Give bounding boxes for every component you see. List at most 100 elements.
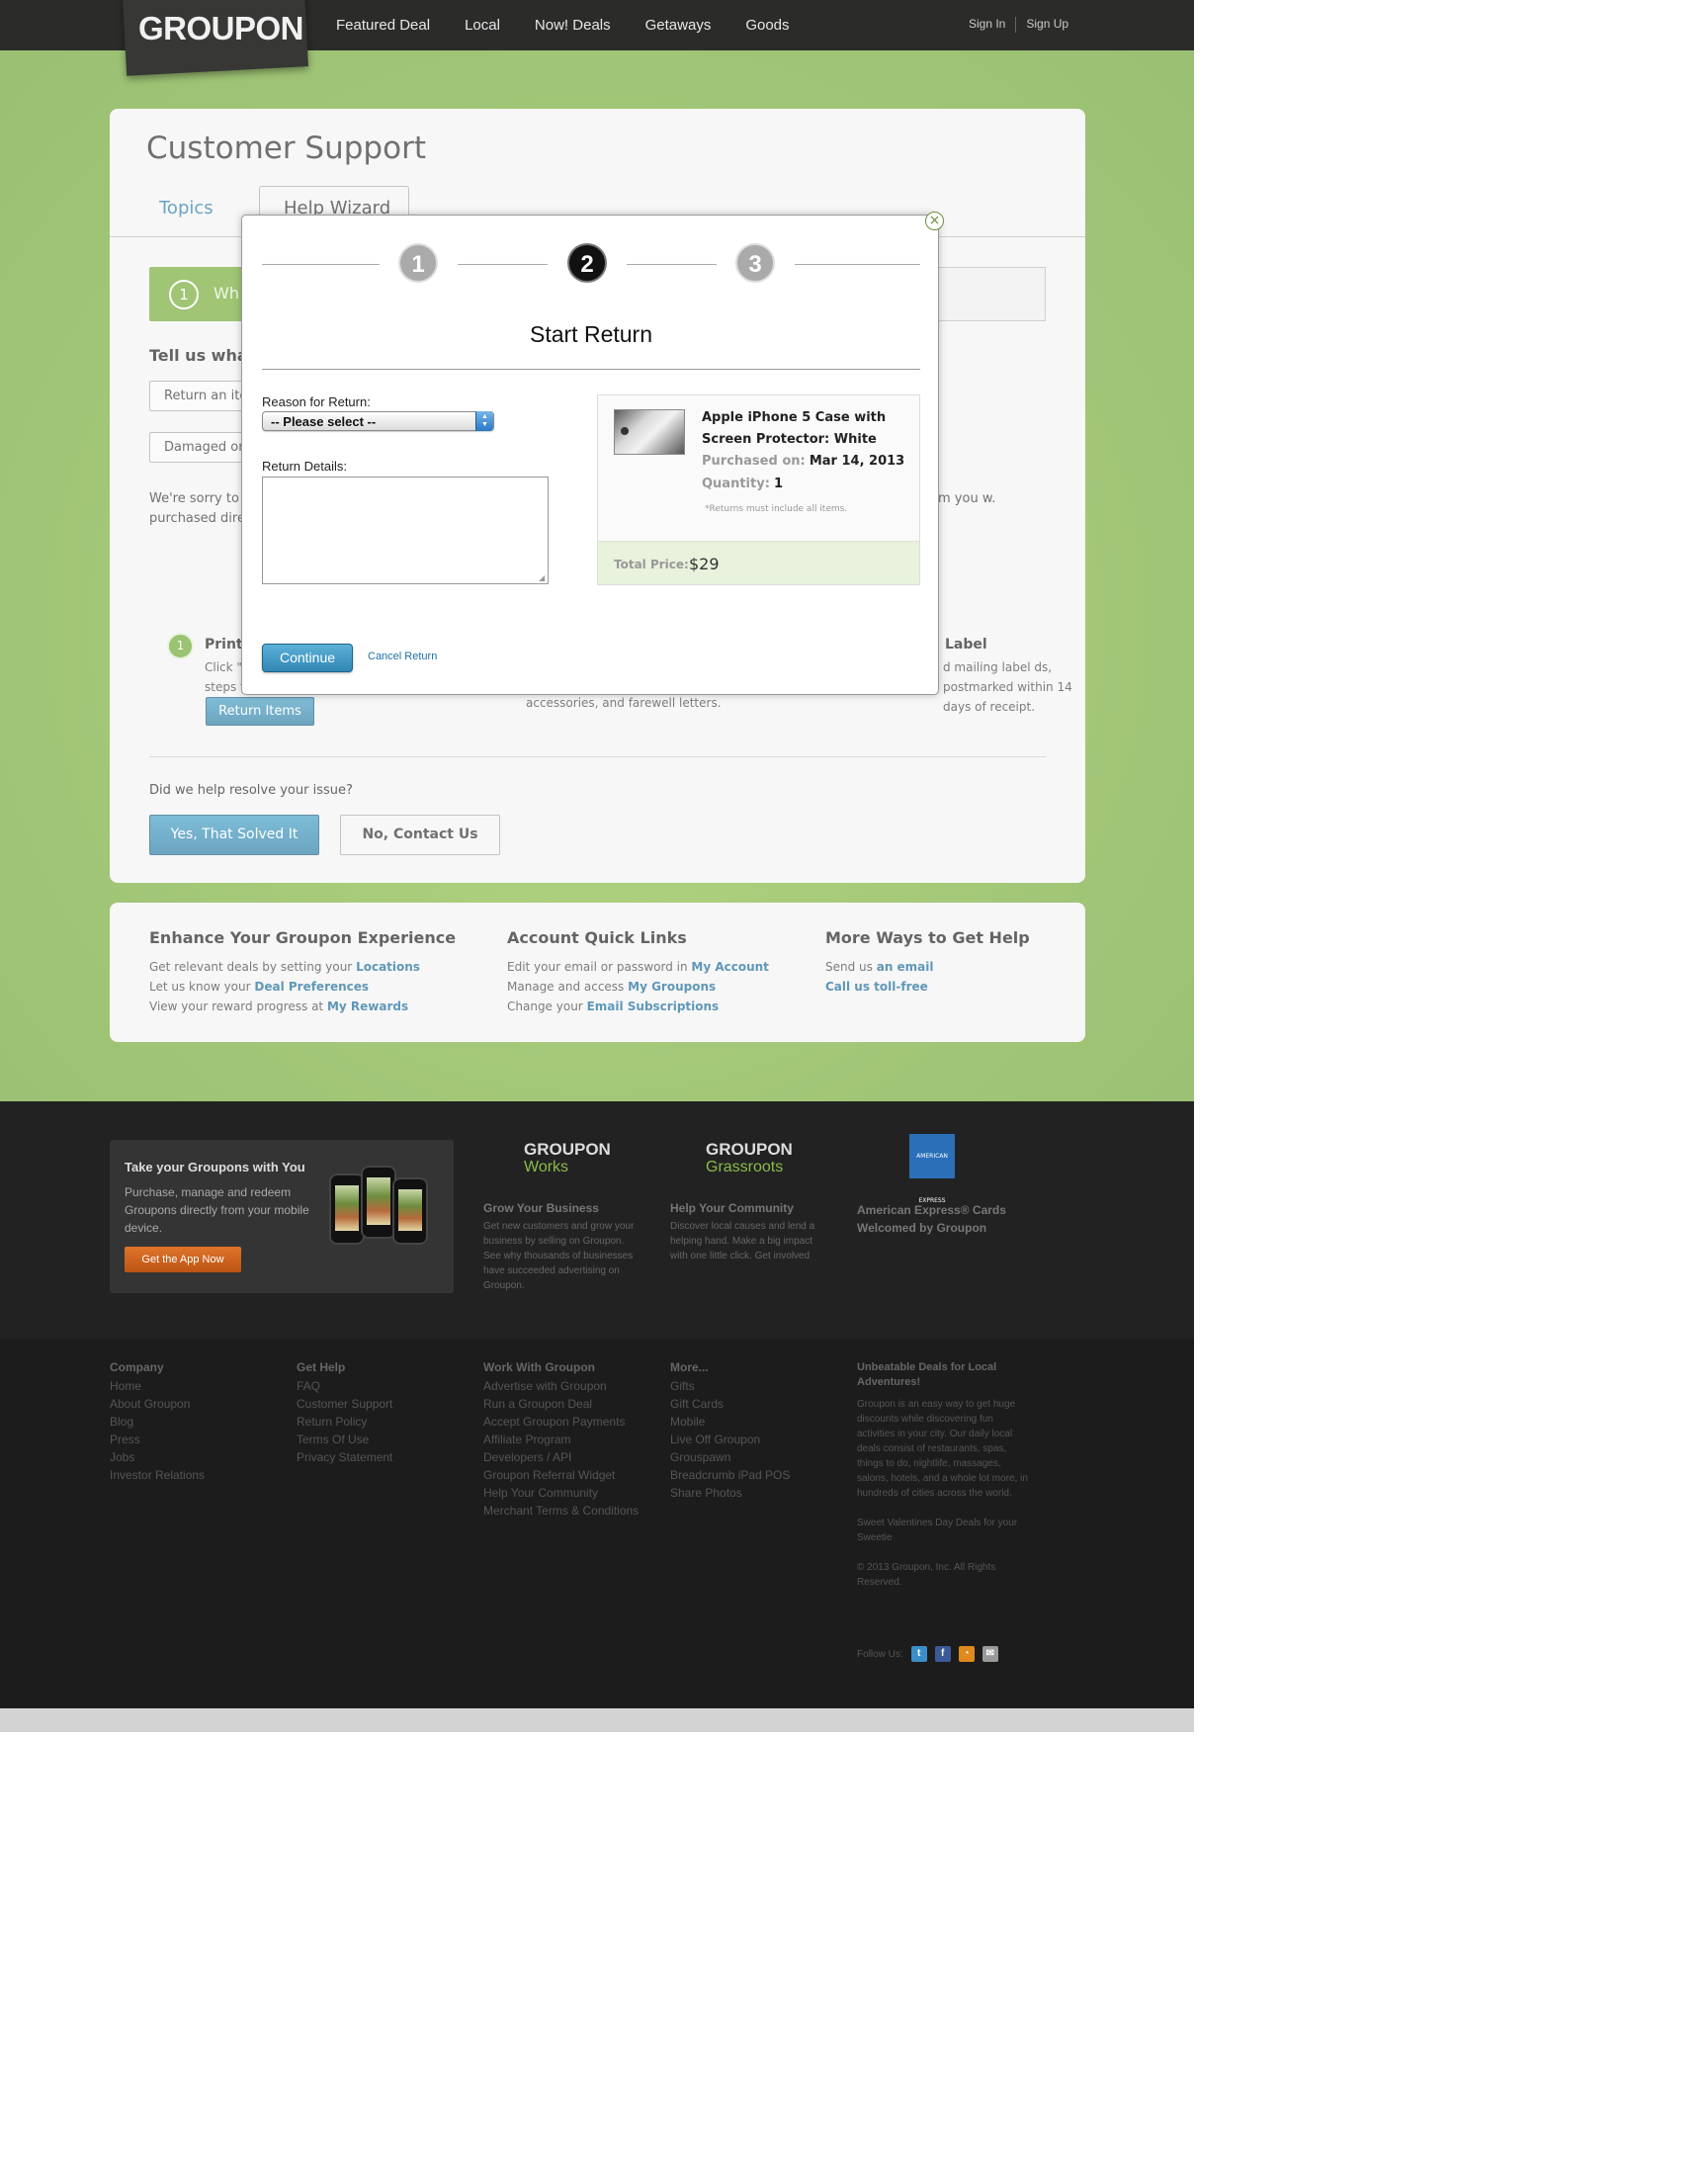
grow-business-text: Get new customers and grow your business… bbox=[483, 1221, 635, 1291]
groupon-logo[interactable]: GROUPON bbox=[138, 10, 304, 47]
product-summary-card: Apple iPhone 5 Case with Screen Protecto… bbox=[597, 394, 920, 585]
facebook-icon[interactable]: f bbox=[934, 1646, 951, 1662]
reason-label: Reason for Return: bbox=[262, 394, 371, 409]
footer-company-column: Company Home About Groupon Blog Press Jo… bbox=[110, 1360, 205, 1484]
step-connector bbox=[795, 264, 920, 265]
footer-link[interactable]: FAQ bbox=[297, 1377, 392, 1395]
cancel-return-link[interactable]: Cancel Return bbox=[368, 651, 437, 662]
footer-link[interactable]: Privacy Statement bbox=[297, 1448, 392, 1466]
footer-link[interactable]: Grouspawn bbox=[670, 1448, 790, 1466]
camera-icon bbox=[621, 427, 629, 435]
purchase-date-value: Mar 14, 2013 bbox=[809, 454, 905, 469]
amex-column: American Express® Cards Welcomed by Grou… bbox=[857, 1201, 1015, 1241]
grow-business-column: Grow Your Business Get new customers and… bbox=[483, 1201, 637, 1293]
footer-link[interactable]: Groupon Referral Widget bbox=[483, 1466, 639, 1484]
start-return-modal: × 1 2 3 Start Return Reason for Return: … bbox=[241, 212, 944, 695]
footer-link[interactable]: Terms Of Use bbox=[297, 1431, 392, 1448]
details-label: Return Details: bbox=[262, 459, 347, 474]
footer-about-heading: Unbeatable Deals for Local Adventures! bbox=[857, 1361, 997, 1388]
app-promo-title: Take your Groupons with You bbox=[125, 1160, 305, 1174]
app-promo-text: Purchase, manage and redeem Groupons dir… bbox=[125, 1185, 309, 1235]
reason-select[interactable]: -- Please select -- ▲ ▼ bbox=[262, 411, 494, 431]
works-brand: GROUPON bbox=[524, 1140, 611, 1159]
footer-work-column: Work With Groupon Advertise with Groupon… bbox=[483, 1360, 639, 1520]
modal-title: Start Return bbox=[530, 321, 652, 347]
footer-link[interactable]: Affiliate Program bbox=[483, 1431, 639, 1448]
nav-featured-deal[interactable]: Featured Deal bbox=[336, 17, 430, 34]
nav-now-deals[interactable]: Now! Deals bbox=[535, 17, 611, 34]
follow-us: Follow Us: t f ◔ ✉ bbox=[857, 1646, 998, 1662]
works-sub: Works bbox=[524, 1159, 569, 1175]
amex-title[interactable]: American Express® Cards Welcomed by Grou… bbox=[857, 1201, 1015, 1237]
footer-link[interactable]: Investor Relations bbox=[110, 1466, 205, 1484]
footer-link[interactable]: Advertise with Groupon bbox=[483, 1377, 639, 1395]
total-price-label: Total Price: bbox=[614, 558, 689, 571]
page: GROUPON Featured Deal Local Now! Deals G… bbox=[0, 0, 1194, 1732]
auth-links: Sign In Sign Up bbox=[969, 17, 1068, 33]
site-footer: Company Home About Groupon Blog Press Jo… bbox=[0, 1339, 1194, 1708]
nav-getaways[interactable]: Getaways bbox=[645, 17, 712, 34]
rss-icon[interactable]: ◔ bbox=[958, 1646, 975, 1662]
get-app-button[interactable]: Get the App Now bbox=[125, 1247, 241, 1272]
mobile-app-promo: Take your Groupons with You Purchase, ma… bbox=[110, 1140, 454, 1293]
footer-link[interactable]: Blog bbox=[110, 1413, 205, 1431]
footer-company-heading: Company bbox=[110, 1360, 164, 1374]
groupon-works-logo[interactable]: GROUPON Works bbox=[524, 1141, 611, 1176]
footer-link[interactable]: Merchant Terms & Conditions bbox=[483, 1502, 639, 1520]
step-3-indicator: 3 bbox=[735, 243, 775, 283]
footer-link[interactable]: Live Off Groupon bbox=[670, 1431, 790, 1448]
close-icon[interactable]: × bbox=[925, 212, 944, 230]
nav-local[interactable]: Local bbox=[465, 17, 500, 34]
grassroots-brand: GROUPON bbox=[706, 1140, 793, 1159]
return-details-textarea[interactable] bbox=[262, 477, 549, 584]
nav-goods[interactable]: Goods bbox=[745, 17, 789, 34]
help-community-title[interactable]: Help Your Community bbox=[670, 1201, 823, 1215]
resize-grip-icon[interactable]: ◢ bbox=[539, 574, 547, 582]
footer-link[interactable]: Return Policy bbox=[297, 1413, 392, 1431]
help-community-column: Help Your Community Discover local cause… bbox=[670, 1201, 823, 1263]
footer-link[interactable]: Breadcrumb iPad POS bbox=[670, 1466, 790, 1484]
footer-work-heading: Work With Groupon bbox=[483, 1360, 595, 1374]
footer-link[interactable]: Press bbox=[110, 1431, 205, 1448]
sign-in-link[interactable]: Sign In bbox=[969, 17, 1005, 33]
auth-separator bbox=[1015, 17, 1017, 33]
footer-link[interactable]: Help Your Community bbox=[483, 1484, 639, 1502]
quantity-value: 1 bbox=[774, 477, 784, 491]
sign-up-link[interactable]: Sign Up bbox=[1026, 17, 1068, 33]
step-connector bbox=[458, 264, 548, 265]
amex-logo[interactable]: AMERICAN EXPRESS bbox=[909, 1134, 955, 1204]
footer-link[interactable]: Accept Groupon Payments bbox=[483, 1413, 639, 1431]
step-connector bbox=[627, 264, 717, 265]
footer-more-column: More... Gifts Gift Cards Mobile Live Off… bbox=[670, 1360, 790, 1502]
footer-link[interactable]: Customer Support bbox=[297, 1395, 392, 1413]
phone-image bbox=[361, 1166, 396, 1239]
footer-link[interactable]: Gift Cards bbox=[670, 1395, 790, 1413]
footer-link[interactable]: Share Photos bbox=[670, 1484, 790, 1502]
footer-link[interactable]: Gifts bbox=[670, 1377, 790, 1395]
footer-more-heading: More... bbox=[670, 1360, 709, 1374]
footer-help-column: Get Help FAQ Customer Support Return Pol… bbox=[297, 1360, 392, 1466]
total-price-bar: Total Price: $29 bbox=[598, 541, 919, 584]
grow-business-title[interactable]: Grow Your Business bbox=[483, 1201, 637, 1215]
phone-image bbox=[329, 1174, 365, 1245]
valentines-link[interactable]: Sweet Valentines Day Deals for your Swee… bbox=[857, 1516, 1030, 1545]
groupon-grassroots-logo[interactable]: GROUPON Grassroots bbox=[706, 1141, 793, 1176]
help-community-text: Discover local causes and lend a helping… bbox=[670, 1221, 815, 1261]
footer-link[interactable]: About Groupon bbox=[110, 1395, 205, 1413]
step-2-indicator: 2 bbox=[567, 243, 607, 283]
product-name: Apple iPhone 5 Case with Screen Protecto… bbox=[702, 410, 887, 447]
quantity: Quantity: 1 bbox=[702, 477, 783, 491]
footer-link[interactable]: Home bbox=[110, 1377, 205, 1395]
main-nav: Featured Deal Local Now! Deals Getaways … bbox=[336, 17, 824, 34]
email-icon[interactable]: ✉ bbox=[982, 1646, 998, 1662]
footer-link[interactable]: Mobile bbox=[670, 1413, 790, 1431]
continue-button[interactable]: Continue bbox=[262, 644, 353, 672]
footer-link[interactable]: Developers / API bbox=[483, 1448, 639, 1466]
total-price-value: $29 bbox=[689, 555, 720, 573]
footer-link[interactable]: Run a Groupon Deal bbox=[483, 1395, 639, 1413]
step-connector bbox=[262, 264, 380, 265]
twitter-icon[interactable]: t bbox=[910, 1646, 927, 1662]
footer-link[interactable]: Jobs bbox=[110, 1448, 205, 1466]
site-header: GROUPON Featured Deal Local Now! Deals G… bbox=[0, 0, 1194, 76]
reason-selected-value: -- Please select -- bbox=[271, 414, 377, 429]
